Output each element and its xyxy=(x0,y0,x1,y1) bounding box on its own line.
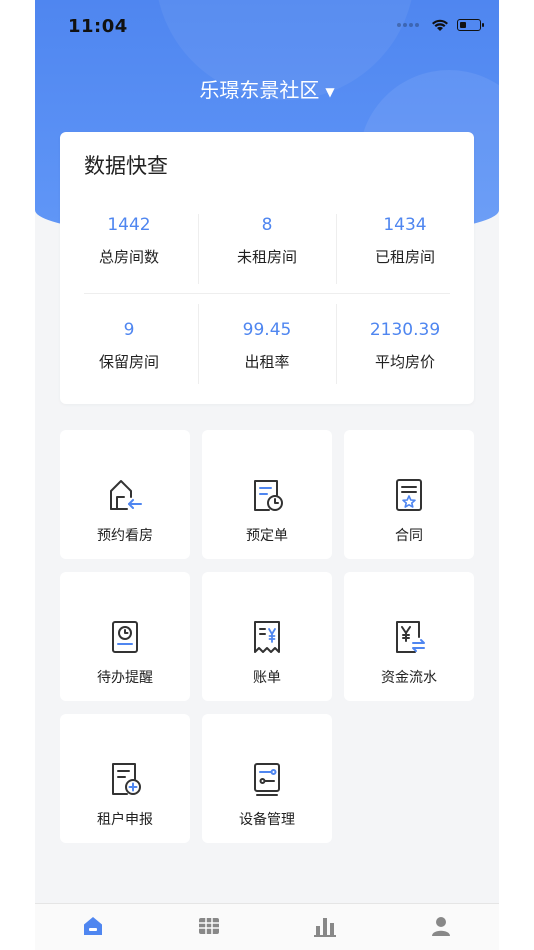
stat-label: 未租房间 xyxy=(236,248,297,266)
menu-label: 资金流水 xyxy=(381,670,437,686)
device-management-icon xyxy=(247,759,287,799)
tab-home[interactable] xyxy=(35,914,151,942)
reminder-clock-icon xyxy=(105,617,145,657)
stat-value: 1434 xyxy=(383,215,427,235)
menu-reservation-order[interactable]: 预定单 xyxy=(202,430,332,559)
stats-card: 数据快查 1442 总房间数 8 未租房间 1434 已租房间 9 保留房间 9… xyxy=(60,132,474,404)
stat-value: 1442 xyxy=(107,215,151,235)
menu-label: 预定单 xyxy=(246,528,288,544)
tab-grid[interactable] xyxy=(151,914,267,942)
stat-rented-rooms[interactable]: 1434 已租房间 xyxy=(336,215,474,267)
community-selector[interactable]: 乐璟东景社区 ▼ xyxy=(35,74,499,103)
menu-funds-flow[interactable]: 资金流水 xyxy=(344,572,474,701)
stat-label: 总房间数 xyxy=(98,248,159,266)
caret-down-icon: ▼ xyxy=(325,84,335,99)
menu-label: 合同 xyxy=(395,528,423,544)
stat-value: 8 xyxy=(261,215,273,235)
stat-reserved-rooms[interactable]: 9 保留房间 xyxy=(60,320,198,372)
stat-label: 保留房间 xyxy=(98,353,159,371)
bar-chart-icon xyxy=(314,918,336,937)
stat-value: 99.45 xyxy=(242,320,292,340)
tab-profile[interactable] xyxy=(383,914,499,942)
funds-flow-icon xyxy=(389,617,429,657)
app-screen: 11:04 乐璟东景社区 ▼ 数据快查 1442 总房间数 8 未租房间 143… xyxy=(35,0,499,950)
community-name: 乐璟东景社区 xyxy=(199,78,320,102)
menu-todo-reminder[interactable]: 待办提醒 xyxy=(60,572,190,701)
stat-vacant-rooms[interactable]: 8 未租房间 xyxy=(198,215,336,267)
stat-average-price[interactable]: 2130.39 平均房价 xyxy=(336,320,474,372)
status-bar: 11:04 xyxy=(35,0,499,56)
stat-occupancy-rate[interactable]: 99.45 出租率 xyxy=(198,320,336,372)
stat-value: 9 xyxy=(123,320,135,340)
document-clock-icon xyxy=(247,475,287,515)
menu-label: 设备管理 xyxy=(239,812,295,828)
status-time: 11:04 xyxy=(68,16,128,37)
house-arrow-icon xyxy=(105,475,145,515)
menu-label: 预约看房 xyxy=(97,528,153,544)
menu-tenant-report[interactable]: 租户申报 xyxy=(60,714,190,843)
bill-yuan-icon xyxy=(247,617,287,657)
stats-title: 数据快查 xyxy=(84,154,168,178)
stat-label: 平均房价 xyxy=(374,353,435,371)
menu-label: 待办提醒 xyxy=(97,670,153,686)
menu-bill[interactable]: 账单 xyxy=(202,572,332,701)
tab-statistics[interactable] xyxy=(267,914,383,942)
home-icon xyxy=(84,917,102,935)
wifi-icon xyxy=(432,19,448,31)
signal-icon xyxy=(397,23,419,27)
menu-label: 租户申报 xyxy=(97,812,153,828)
stat-label: 已租房间 xyxy=(374,248,435,266)
tenant-report-icon xyxy=(105,759,145,799)
grid-icon xyxy=(199,918,219,934)
menu-label: 账单 xyxy=(253,670,281,686)
contract-star-icon xyxy=(389,475,429,515)
user-icon xyxy=(432,917,450,936)
menu-viewing-appointment[interactable]: 预约看房 xyxy=(60,430,190,559)
stat-label: 出租率 xyxy=(244,353,290,371)
battery-icon xyxy=(457,19,484,31)
stat-value: 2130.39 xyxy=(369,320,441,340)
stat-total-rooms[interactable]: 1442 总房间数 xyxy=(60,215,198,267)
bottom-tab-bar xyxy=(35,903,499,950)
menu-contract[interactable]: 合同 xyxy=(344,430,474,559)
menu-device-management[interactable]: 设备管理 xyxy=(202,714,332,843)
